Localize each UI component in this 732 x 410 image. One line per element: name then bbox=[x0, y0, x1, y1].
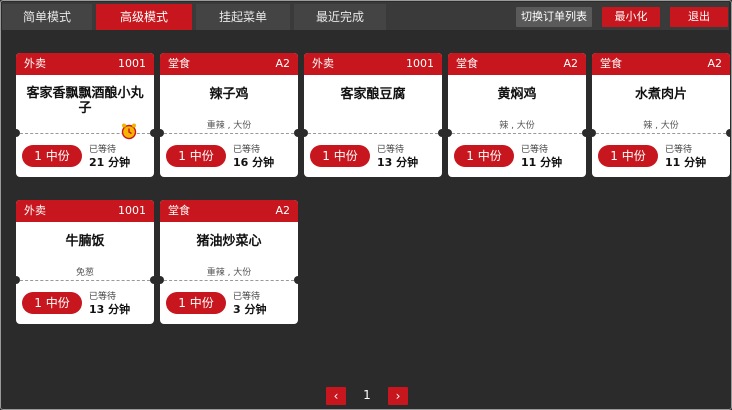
order-card[interactable]: 外卖 1001 牛腩饭 免葱 1 中份 已等待 13 分钟 bbox=[16, 200, 154, 324]
next-page-button[interactable]: › bbox=[388, 387, 408, 405]
order-type: 外卖 bbox=[24, 57, 46, 70]
ticket-notch bbox=[150, 129, 154, 137]
dish-name: 猪油炒菜心 bbox=[196, 234, 262, 249]
order-card[interactable]: 堂食 A2 黄焖鸡 辣 , 大份 1 中份 已等待 11 分钟 bbox=[448, 53, 586, 177]
ticket-divider bbox=[164, 280, 294, 281]
quantity-button[interactable]: 1 中份 bbox=[166, 145, 226, 167]
wait-time: 11 分钟 bbox=[665, 156, 707, 169]
dish-name: 牛腩饭 bbox=[65, 234, 105, 249]
dish-spec: 重辣 , 大份 bbox=[206, 268, 252, 278]
dish-spec: 辣 , 大份 bbox=[643, 121, 679, 131]
minimize-button[interactable]: 最小化 bbox=[602, 7, 660, 27]
order-number: A2 bbox=[707, 57, 722, 70]
order-number: 1001 bbox=[118, 57, 146, 70]
page-number: 1 bbox=[363, 388, 371, 402]
order-type: 堂食 bbox=[600, 57, 622, 70]
order-card[interactable]: 外卖 1001 客家香飘飘酒酿小丸子 1 中份 已等待 21 分钟 bbox=[16, 53, 154, 177]
dish-name: 客家香飘飘酒酿小丸子 bbox=[26, 86, 144, 116]
ticket-divider bbox=[596, 133, 726, 134]
switch-order-list-button[interactable]: 切换订单列表 bbox=[516, 7, 592, 27]
order-number: A2 bbox=[563, 57, 578, 70]
alarm-clock-icon bbox=[121, 123, 137, 140]
wait-time: 13 分钟 bbox=[89, 303, 131, 316]
order-card-header: 堂食 A2 bbox=[592, 53, 730, 75]
order-card[interactable]: 堂食 A2 水煮肉片 辣 , 大份 1 中份 已等待 11 分钟 bbox=[592, 53, 730, 177]
quantity-button[interactable]: 1 中份 bbox=[22, 292, 82, 314]
ticket-notch bbox=[582, 129, 586, 137]
wait-time: 21 分钟 bbox=[89, 156, 131, 169]
quantity-button[interactable]: 1 中份 bbox=[598, 145, 658, 167]
tab-advanced-mode[interactable]: 高级模式 bbox=[96, 4, 192, 30]
order-card-header: 外卖 1001 bbox=[16, 200, 154, 222]
order-card-header: 堂食 A2 bbox=[448, 53, 586, 75]
ticket-notch bbox=[438, 129, 442, 137]
order-number: A2 bbox=[275, 204, 290, 217]
order-type: 外卖 bbox=[24, 204, 46, 217]
dish-name: 黄焖鸡 bbox=[497, 87, 537, 102]
order-number: A2 bbox=[275, 57, 290, 70]
tab-suspended-menu[interactable]: 挂起菜单 bbox=[196, 4, 290, 30]
quantity-button[interactable]: 1 中份 bbox=[310, 145, 370, 167]
order-card-header: 堂食 A2 bbox=[160, 200, 298, 222]
dish-name: 辣子鸡 bbox=[209, 87, 249, 102]
ticket-divider bbox=[452, 133, 582, 134]
ticket-notch bbox=[294, 129, 298, 137]
quantity-button[interactable]: 1 中份 bbox=[166, 292, 226, 314]
quantity-button[interactable]: 1 中份 bbox=[22, 145, 82, 167]
ticket-notch bbox=[294, 276, 298, 284]
ticket-divider bbox=[308, 133, 438, 134]
order-card[interactable]: 堂食 A2 猪油炒菜心 重辣 , 大份 1 中份 已等待 3 分钟 bbox=[160, 200, 298, 324]
order-type: 堂食 bbox=[456, 57, 478, 70]
quantity-button[interactable]: 1 中份 bbox=[454, 145, 514, 167]
wait-time: 13 分钟 bbox=[377, 156, 419, 169]
order-card-header: 外卖 1001 bbox=[16, 53, 154, 75]
tab-simple-mode[interactable]: 简单模式 bbox=[2, 4, 92, 30]
dish-spec: 免葱 bbox=[75, 268, 94, 278]
exit-button[interactable]: 退出 bbox=[670, 7, 728, 27]
order-type: 堂食 bbox=[168, 57, 190, 70]
wait-time: 11 分钟 bbox=[521, 156, 563, 169]
top-bar: 简单模式 高级模式 挂起菜单 最近完成 切换订单列表 最小化 退出 bbox=[2, 2, 729, 30]
dish-name: 水煮肉片 bbox=[634, 87, 687, 102]
ticket-notch bbox=[726, 129, 730, 137]
order-number: 1001 bbox=[118, 204, 146, 217]
ticket-divider bbox=[20, 280, 150, 281]
dish-name: 客家酿豆腐 bbox=[340, 87, 406, 102]
prev-page-button[interactable]: ‹ bbox=[326, 387, 346, 405]
ticket-notch bbox=[150, 276, 154, 284]
order-card[interactable]: 堂食 A2 辣子鸡 重辣 , 大份 1 中份 已等待 16 分钟 bbox=[160, 53, 298, 177]
wait-time: 3 分钟 bbox=[233, 303, 267, 316]
order-type: 堂食 bbox=[168, 204, 190, 217]
dish-spec: 重辣 , 大份 bbox=[206, 121, 252, 131]
dish-spec: 辣 , 大份 bbox=[499, 121, 535, 131]
wait-time: 16 分钟 bbox=[233, 156, 275, 169]
order-card-header: 堂食 A2 bbox=[160, 53, 298, 75]
order-number: 1001 bbox=[406, 57, 434, 70]
order-card[interactable]: 外卖 1001 客家酿豆腐 1 中份 已等待 13 分钟 bbox=[304, 53, 442, 177]
ticket-divider bbox=[164, 133, 294, 134]
order-card-header: 外卖 1001 bbox=[304, 53, 442, 75]
order-type: 外卖 bbox=[312, 57, 334, 70]
tab-recently-completed[interactable]: 最近完成 bbox=[294, 4, 386, 30]
